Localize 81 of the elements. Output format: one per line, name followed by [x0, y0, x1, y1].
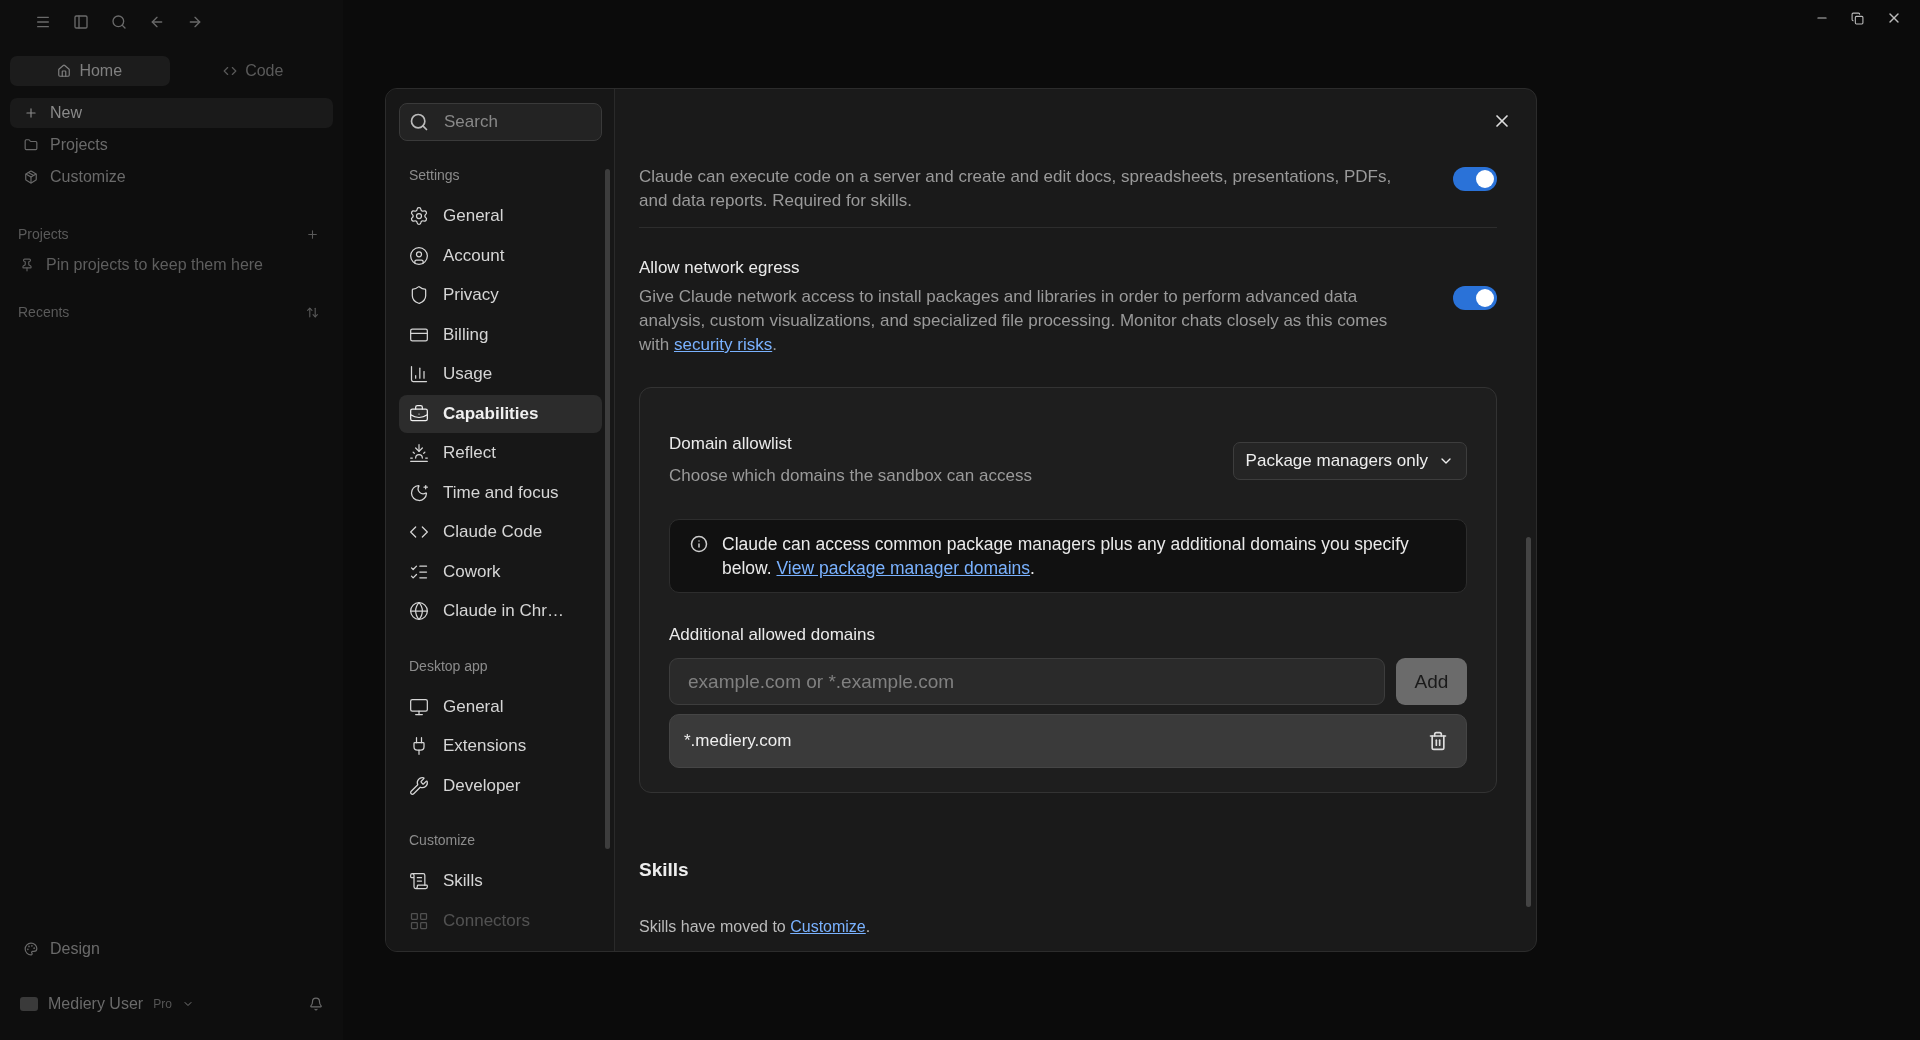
bar-chart-icon [409, 364, 429, 384]
nav-item[interactable]: Skills [399, 862, 602, 900]
sunset-icon [409, 443, 429, 463]
nav-item[interactable]: Account [399, 236, 602, 275]
house-icon [57, 64, 72, 78]
nav-item[interactable]: Billing [399, 315, 602, 354]
hint-text: Pin projects to keep them here [46, 256, 263, 274]
nav-item[interactable]: Time and focus [399, 473, 602, 512]
nav-item[interactable]: Capabilities [399, 394, 602, 433]
setting-description: Choose which domains the sandbox can access [669, 465, 1032, 487]
user-circle-icon [409, 245, 429, 266]
search-field[interactable]: Search [399, 103, 602, 141]
setting-title: Allow network egress [639, 258, 801, 278]
section-heading: Customize [409, 832, 477, 848]
nav-item[interactable]: Claude in Chr… [399, 592, 602, 630]
nav-item[interactable]: General [399, 687, 602, 726]
sidebar-item[interactable]: Customize [10, 162, 333, 192]
nav-item[interactable]: Extensions [399, 727, 602, 765]
sidebar-item[interactable]: Projects [10, 130, 333, 160]
delete-button[interactable] [1428, 731, 1448, 751]
moon-icon [409, 482, 429, 503]
sort-icon[interactable] [306, 305, 319, 319]
skills-text: Skills have moved to Customize. [639, 918, 872, 936]
nav-item[interactable]: Claude Code [399, 513, 602, 551]
folder-icon [24, 138, 38, 152]
toggle-switch[interactable] [1453, 286, 1497, 310]
globe-icon [409, 601, 429, 621]
info-text: Claude can access common package managers plus any additional domains you specify below. View package manager domains. [722, 533, 1410, 580]
section-heading: Desktop app [409, 657, 489, 674]
shield-icon [409, 285, 429, 305]
nav-item[interactable]: Privacy [399, 276, 602, 314]
section-heading: Skills [639, 859, 690, 881]
restore-icon[interactable] [1851, 11, 1864, 25]
toggle-switch[interactable] [1453, 167, 1497, 191]
user-name[interactable]: Mediery User [48, 995, 144, 1013]
nav-item[interactable]: Usage [399, 355, 602, 393]
plan-label: Pro [153, 997, 172, 1011]
scrollbar[interactable] [605, 169, 610, 849]
plus-icon[interactable] [306, 227, 319, 241]
back-icon[interactable] [149, 14, 165, 30]
code-icon [223, 64, 238, 78]
setting-description: Claude can execute code on a server and create and edit docs, spreadsheets, presentations, PDFs, and data reports. Required for skills. [639, 166, 1393, 212]
nav-item[interactable]: General [399, 197, 602, 235]
briefcase-icon [409, 403, 429, 424]
section-heading: Projects [18, 226, 69, 242]
link[interactable]: View package manager domains [776, 558, 1031, 578]
dropdown[interactable]: Package managers only [1232, 442, 1467, 480]
link[interactable]: security risks [673, 335, 773, 354]
setting-title: Domain allowlist [669, 434, 793, 454]
link[interactable]: Customize [790, 918, 866, 935]
gear-icon [409, 206, 429, 226]
sidebar-icon[interactable] [73, 14, 89, 30]
monitor-icon [409, 696, 429, 717]
domain-text: *.mediery.com [684, 731, 792, 751]
search-icon [409, 112, 429, 132]
wrench-icon [409, 775, 429, 796]
scrollbar[interactable] [1526, 537, 1531, 907]
menu-icon[interactable] [35, 14, 51, 30]
nav-item[interactable]: Developer [399, 766, 602, 805]
domain-input[interactable]: example.com or *.example.com [669, 658, 1385, 705]
bell-icon[interactable] [309, 997, 323, 1011]
plus-icon [24, 106, 38, 120]
mode-tab[interactable]: Home [10, 56, 170, 86]
field-label: Additional allowed domains [669, 625, 877, 645]
section-heading: Recents [18, 304, 70, 320]
grid-icon [409, 910, 429, 931]
pin-icon [20, 258, 34, 272]
palette-icon [24, 942, 38, 956]
sidebar-item[interactable]: Design [10, 934, 333, 964]
nav-item[interactable]: Reflect [399, 434, 602, 472]
search-icon[interactable] [111, 14, 127, 30]
forward-icon[interactable] [187, 14, 203, 30]
avatar [20, 997, 38, 1011]
trash-icon [1428, 731, 1448, 751]
nav-item[interactable]: Cowork [399, 552, 602, 591]
setting-description: Give Claude network access to install packages and libraries in order to perform advanced data analysis, custom visualizations, and specialized file processing. Monitor chats closely as this comes with security risks. [639, 286, 1389, 356]
sidebar-item[interactable]: New [10, 98, 333, 128]
info-icon [690, 535, 708, 553]
scroll-icon [409, 871, 429, 891]
section-heading: Settings [409, 167, 461, 183]
box-icon [24, 170, 38, 184]
